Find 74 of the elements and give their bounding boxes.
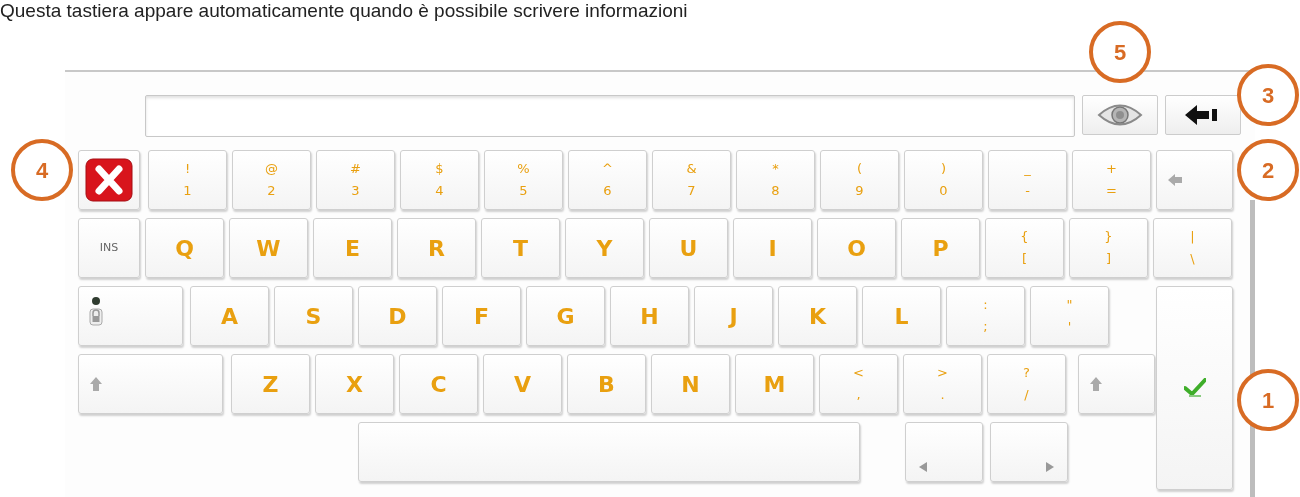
key[interactable]: # 3 [316,150,395,210]
callout-number: 2 [1237,139,1299,201]
right-key[interactable] [990,422,1068,482]
callout-number: 5 [1089,21,1151,83]
key[interactable]: A [190,286,269,346]
caption-text: Questa tastiera appare automaticamente quando è possibile scrivere informazioni [0,0,689,22]
key[interactable]: & 7 [652,150,731,210]
key[interactable]: " ' [1030,286,1109,346]
key[interactable]: @ 2 [232,150,311,210]
key[interactable]: * 8 [736,150,815,210]
key[interactable]: J [694,286,773,346]
key[interactable]: K [778,286,857,346]
key[interactable]: % 5 [484,150,563,210]
key[interactable]: ) 0 [904,150,983,210]
left-key[interactable] [905,422,983,482]
key[interactable]: < , [819,354,898,414]
right-triangle-icon [1045,461,1055,473]
eye-icon [1097,102,1143,128]
key[interactable]: > . [903,354,982,414]
key[interactable]: Y [565,218,644,278]
left-triangle-icon [918,461,928,473]
enter-key[interactable] [1156,286,1233,490]
key[interactable]: H [610,286,689,346]
key[interactable]: O [817,218,896,278]
key[interactable]: Z [231,354,310,414]
back-button[interactable] [1165,95,1241,135]
key[interactable]: } ] [1069,218,1148,278]
callout-number: 4 [11,139,73,201]
up-arrow-icon [1089,376,1103,392]
close-icon [85,158,133,202]
key[interactable]: B [567,354,646,414]
input-field[interactable] [145,95,1075,137]
key[interactable]: ( 9 [820,150,899,210]
key[interactable]: | \ [1153,218,1232,278]
key[interactable]: W [229,218,308,278]
space-key[interactable] [358,422,860,482]
key[interactable]: : ; [946,286,1025,346]
callout-number: 1 [1237,369,1299,431]
key[interactable]: V [483,354,562,414]
key[interactable]: L [862,286,941,346]
eye-button[interactable] [1082,95,1158,135]
key[interactable]: E [313,218,392,278]
key[interactable]: C [399,354,478,414]
key[interactable]: U [649,218,728,278]
key[interactable]: ^ 6 [568,150,647,210]
callout-number: 3 [1237,64,1299,126]
key[interactable]: M [735,354,814,414]
key[interactable]: N [651,354,730,414]
key[interactable]: Q [145,218,224,278]
key[interactable]: ! 1 [148,150,227,210]
backspace-key[interactable] [1156,150,1233,210]
lock-icon [89,297,103,327]
key[interactable]: F [442,286,521,346]
insert-key[interactable]: INS [78,218,140,278]
key[interactable]: S [274,286,353,346]
key[interactable]: R [397,218,476,278]
key[interactable]: { [ [985,218,1064,278]
key[interactable]: T [481,218,560,278]
key[interactable]: P [901,218,980,278]
key[interactable]: G [526,286,605,346]
left-arrow-icon [1167,173,1183,187]
shift-key[interactable] [78,354,223,414]
key[interactable]: $ 4 [400,150,479,210]
up-arrow-icon [89,376,103,392]
key[interactable]: ? / [987,354,1066,414]
shift-key[interactable] [1078,354,1155,414]
close-key[interactable] [78,150,140,210]
caps-lock-key[interactable] [78,286,183,346]
key[interactable]: I [733,218,812,278]
key[interactable]: _ - [988,150,1067,210]
key[interactable]: D [358,286,437,346]
key[interactable]: X [315,354,394,414]
check-icon [1183,378,1206,398]
key[interactable]: + = [1072,150,1151,210]
